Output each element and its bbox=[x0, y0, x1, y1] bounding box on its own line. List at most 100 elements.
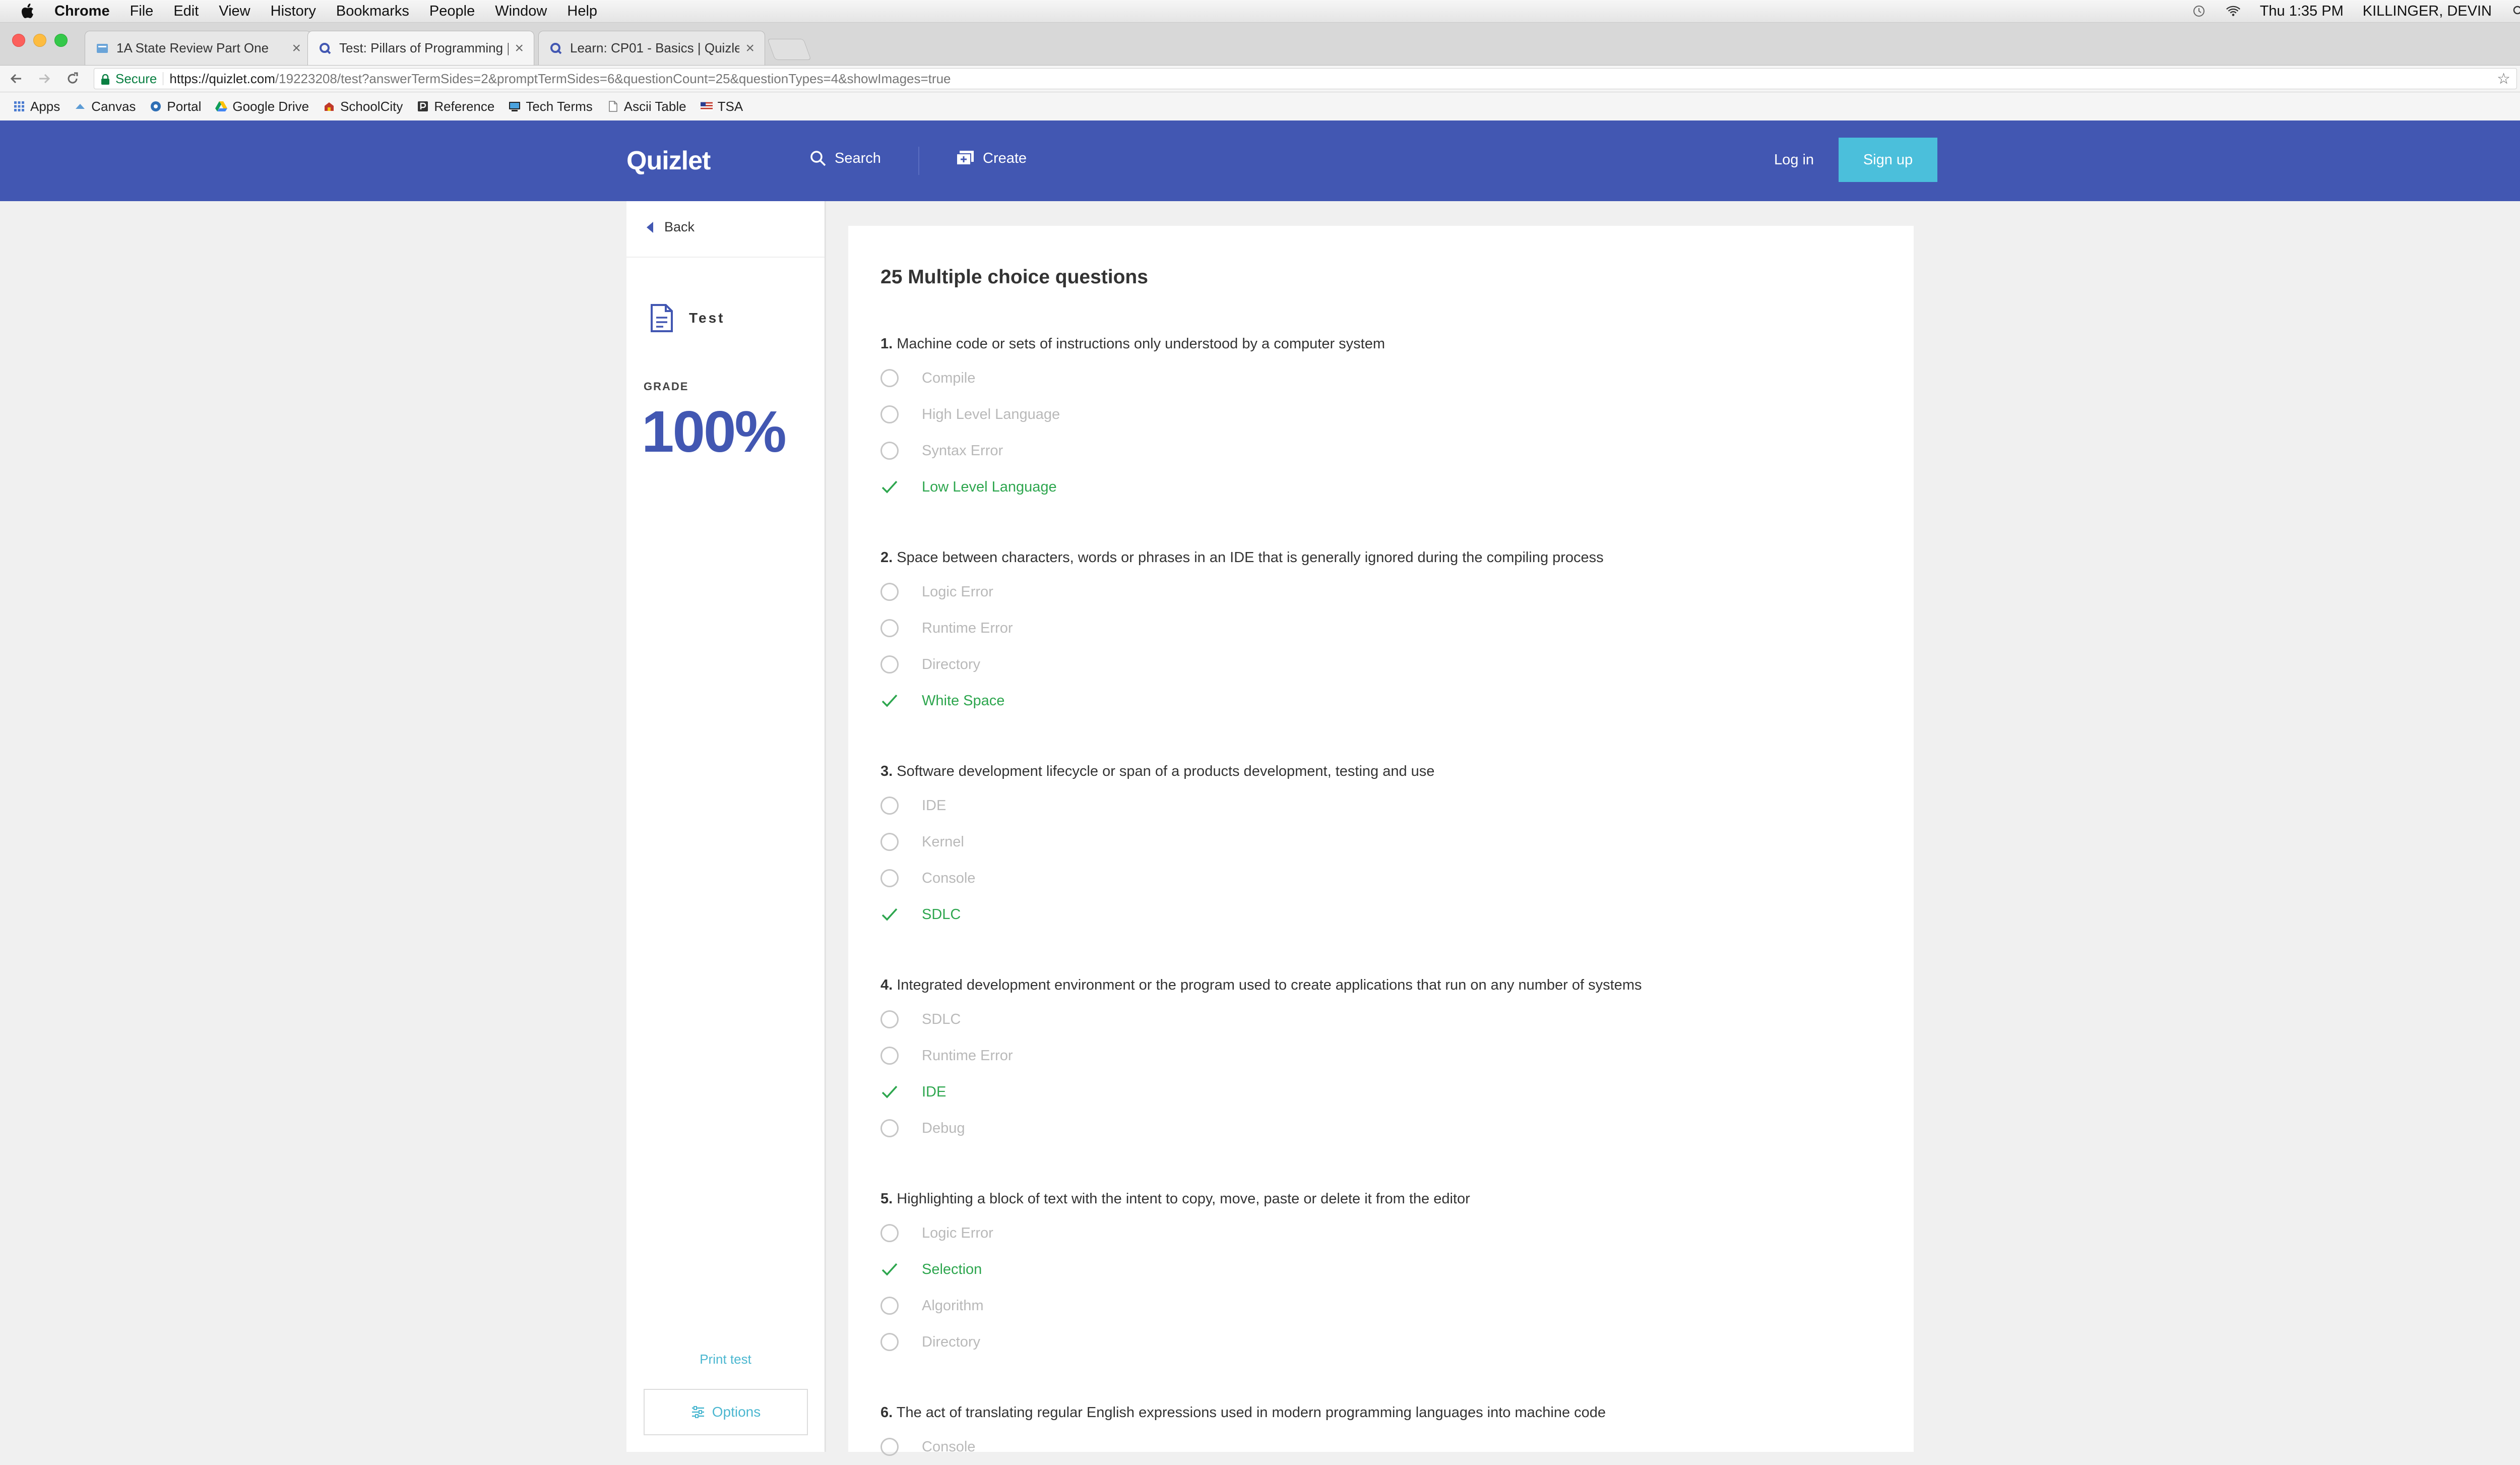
question-prompt: 4. Integrated development environment or… bbox=[880, 975, 1888, 995]
browser-tab-strip: 1A State Review Part One × Test: Pillars… bbox=[0, 23, 2520, 66]
answer-option[interactable]: Logic Error bbox=[880, 574, 1888, 610]
bookmark-star-icon[interactable]: ☆ bbox=[2497, 70, 2510, 88]
radio-button[interactable] bbox=[880, 405, 899, 423]
radio-button[interactable] bbox=[880, 583, 899, 601]
new-tab-button[interactable] bbox=[767, 39, 811, 60]
menubar-clock[interactable]: Thu 1:35 PM bbox=[2260, 3, 2344, 20]
answer-option[interactable]: SDLC bbox=[880, 1001, 1888, 1037]
bookmark-ascii-table[interactable]: Ascii Table bbox=[607, 99, 686, 114]
menu-history[interactable]: History bbox=[271, 3, 316, 20]
radio-button[interactable] bbox=[880, 833, 899, 851]
answer-option[interactable]: Console bbox=[880, 1429, 1888, 1465]
answer-option-correct[interactable]: Selection bbox=[880, 1251, 1888, 1288]
quizlet-logo[interactable]: Quizlet bbox=[626, 146, 711, 176]
radio-button[interactable] bbox=[880, 1333, 899, 1351]
answer-option-correct[interactable]: White Space bbox=[880, 683, 1888, 719]
question-text: Highlighting a block of text with the in… bbox=[897, 1191, 1470, 1207]
header-create-button[interactable]: Create bbox=[956, 150, 1027, 167]
browser-tab[interactable]: 1A State Review Part One × bbox=[85, 31, 311, 65]
bookmark-reference[interactable]: Reference bbox=[417, 99, 494, 114]
radio-button[interactable] bbox=[880, 1119, 899, 1137]
answer-option[interactable]: Runtime Error bbox=[880, 1037, 1888, 1074]
question-item: 1. Machine code or sets of instructions … bbox=[880, 334, 1888, 505]
radio-button[interactable] bbox=[880, 869, 899, 887]
answer-option[interactable]: Debug bbox=[880, 1110, 1888, 1146]
answer-option[interactable]: High Level Language bbox=[880, 396, 1888, 433]
bookmark-google-drive[interactable]: Google Drive bbox=[215, 99, 309, 114]
question-prompt: 6. The act of translating regular Englis… bbox=[880, 1402, 1888, 1423]
radio-button[interactable] bbox=[880, 655, 899, 674]
spotlight-search-icon[interactable] bbox=[2511, 4, 2520, 19]
radio-button[interactable] bbox=[880, 1010, 899, 1028]
radio-button[interactable] bbox=[880, 1438, 899, 1456]
answer-option[interactable]: Directory bbox=[880, 646, 1888, 683]
window-minimize-button[interactable] bbox=[33, 34, 46, 47]
answer-option[interactable]: Runtime Error bbox=[880, 610, 1888, 646]
bookmark-schoolcity[interactable]: SchoolCity bbox=[323, 99, 403, 114]
menu-file[interactable]: File bbox=[130, 3, 154, 20]
answer-option[interactable]: Console bbox=[880, 860, 1888, 896]
back-link[interactable]: Back bbox=[647, 219, 695, 235]
window-zoom-button[interactable] bbox=[54, 34, 68, 47]
bookmark-apps[interactable]: Apps bbox=[13, 99, 60, 114]
radio-button[interactable] bbox=[880, 369, 899, 387]
back-arrow-icon[interactable] bbox=[7, 70, 25, 88]
answer-option-label: Debug bbox=[922, 1120, 965, 1136]
answer-option-correct[interactable]: IDE bbox=[880, 1074, 1888, 1110]
menubar-user[interactable]: KILLINGER, DEVIN bbox=[2363, 3, 2492, 20]
options-button[interactable]: Options bbox=[644, 1389, 808, 1435]
menu-window[interactable]: Window bbox=[495, 3, 547, 20]
answer-option[interactable]: Algorithm bbox=[880, 1288, 1888, 1324]
answer-option-label: IDE bbox=[922, 797, 947, 814]
question-number: 5. bbox=[880, 1191, 893, 1207]
wifi-icon[interactable] bbox=[2226, 4, 2241, 19]
print-test-link[interactable]: Print test bbox=[626, 1352, 825, 1367]
apps-grid-icon bbox=[13, 100, 25, 112]
menu-view[interactable]: View bbox=[219, 3, 250, 20]
browser-tab[interactable]: Learn: CP01 - Basics | Quizlet × bbox=[538, 31, 765, 65]
tab-close-icon[interactable]: × bbox=[292, 40, 301, 57]
radio-button[interactable] bbox=[880, 619, 899, 637]
url-path: /19223208/test?answerTermSides=2&promptT… bbox=[275, 71, 951, 86]
radio-button[interactable] bbox=[880, 1047, 899, 1065]
answer-option[interactable]: Logic Error bbox=[880, 1215, 1888, 1251]
answer-option[interactable]: Compile bbox=[880, 360, 1888, 396]
reload-icon[interactable] bbox=[64, 70, 82, 88]
signup-button[interactable]: Sign up bbox=[1839, 138, 1937, 182]
menu-people[interactable]: People bbox=[429, 3, 475, 20]
forward-arrow-icon[interactable] bbox=[35, 70, 53, 88]
tech-terms-icon bbox=[509, 100, 521, 112]
time-machine-icon[interactable] bbox=[2191, 4, 2207, 19]
tab-close-icon[interactable]: × bbox=[745, 40, 754, 57]
bookmark-tech-terms[interactable]: Tech Terms bbox=[509, 99, 593, 114]
radio-button[interactable] bbox=[880, 1224, 899, 1242]
radio-button[interactable] bbox=[880, 797, 899, 815]
answer-option[interactable]: IDE bbox=[880, 787, 1888, 824]
address-bar[interactable]: Secure https://quizlet.com/19223208/test… bbox=[94, 68, 2517, 89]
window-close-button[interactable] bbox=[12, 34, 25, 47]
radio-button[interactable] bbox=[880, 442, 899, 460]
browser-tab-active[interactable]: Test: Pillars of Programming | × bbox=[307, 31, 534, 65]
bookmark-canvas[interactable]: Canvas bbox=[74, 99, 136, 114]
tab-close-icon[interactable]: × bbox=[515, 40, 524, 57]
menu-app-chrome[interactable]: Chrome bbox=[54, 3, 110, 20]
answer-option[interactable]: Directory bbox=[880, 1324, 1888, 1360]
radio-button[interactable] bbox=[880, 1297, 899, 1315]
menu-edit[interactable]: Edit bbox=[173, 3, 199, 20]
secure-lock-icon bbox=[100, 73, 110, 85]
question-prompt: 5. Highlighting a block of text with the… bbox=[880, 1189, 1888, 1209]
bookmark-portal[interactable]: Portal bbox=[150, 99, 201, 114]
answer-option-correct[interactable]: SDLC bbox=[880, 896, 1888, 933]
apple-menu-icon[interactable] bbox=[20, 3, 35, 20]
header-search-button[interactable]: Search bbox=[809, 150, 881, 167]
menu-bookmarks[interactable]: Bookmarks bbox=[336, 3, 409, 20]
menu-help[interactable]: Help bbox=[567, 3, 597, 20]
answer-option-label: Low Level Language bbox=[922, 478, 1057, 495]
question-prompt: 2. Space between characters, words or ph… bbox=[880, 547, 1888, 568]
answer-option[interactable]: Kernel bbox=[880, 824, 1888, 860]
answer-option-label: SDLC bbox=[922, 906, 961, 923]
answer-option[interactable]: Syntax Error bbox=[880, 433, 1888, 469]
bookmark-tsa[interactable]: TSA bbox=[700, 99, 743, 114]
answer-option-correct[interactable]: Low Level Language bbox=[880, 469, 1888, 505]
login-link[interactable]: Log in bbox=[1774, 152, 1814, 168]
